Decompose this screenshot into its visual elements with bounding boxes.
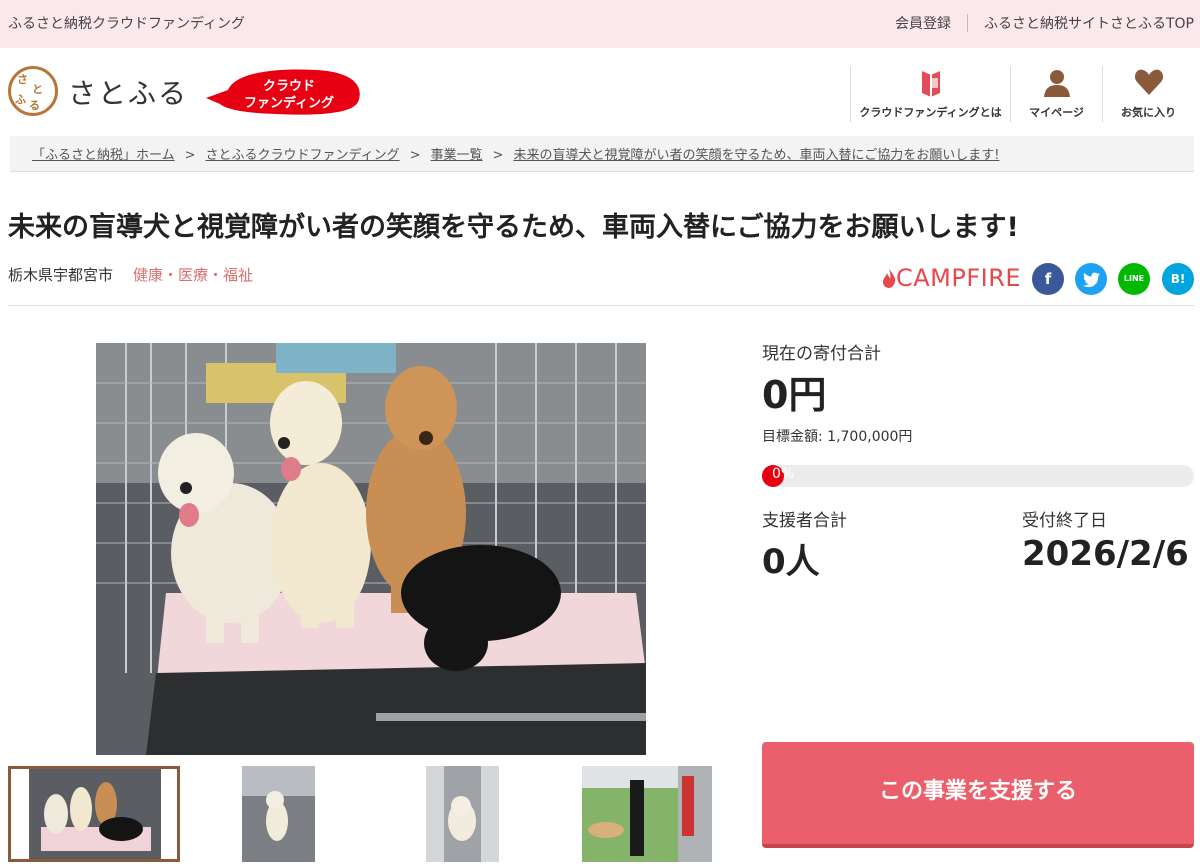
dogs-in-cage-image <box>96 343 646 755</box>
support-project-button[interactable]: この事業を支援する <box>762 742 1194 848</box>
heart-icon <box>1134 69 1163 95</box>
top-links: 会員登録 ふるさと納税サイトさとふるTOP <box>895 13 1194 33</box>
member-register-link[interactable]: 会員登録 <box>895 13 951 33</box>
breadcrumb-crowdfunding[interactable]: さとふるクラウドファンディング <box>206 148 400 163</box>
total-donation-value: 0円 <box>762 373 827 417</box>
seal-char: ふ <box>15 93 26 106</box>
page-title: 未来の盲導犬と視覚障がい者の笑顔を守るため、車両入替にご協力をお願いします! <box>8 212 1019 243</box>
seal-char: る <box>29 99 40 112</box>
main-project-photo[interactable] <box>96 343 646 755</box>
site-name[interactable]: ふるさと納税クラウドファンディング <box>8 13 245 33</box>
nav-favorites[interactable]: お気に入り <box>1102 66 1194 122</box>
thumbnail-image <box>11 769 177 859</box>
breadcrumb-separator: > <box>492 148 504 163</box>
site-header: さ と ふ る さとふる クラウド ファンディング クラウドファンディングとは … <box>0 48 1200 136</box>
supporters-value: 0人 <box>762 542 820 582</box>
progress-percent: 0% <box>772 466 795 482</box>
supporters-label: 支援者合計 <box>762 511 847 531</box>
nav-mypage[interactable]: マイページ <box>1010 66 1102 122</box>
nav-label: マイページ <box>1029 106 1084 119</box>
twitter-share-icon[interactable] <box>1075 263 1107 295</box>
seal-char: さ <box>17 73 28 86</box>
thumbnail-1[interactable] <box>8 766 180 862</box>
deadline-label: 受付終了日 <box>1022 511 1107 531</box>
satofull-top-link[interactable]: ふるさと納税サイトさとふるTOP <box>984 13 1194 33</box>
flame-icon <box>883 268 896 288</box>
facebook-share-icon[interactable]: f <box>1032 263 1064 295</box>
breadcrumb-separator: > <box>184 148 196 163</box>
top-bar: ふるさと納税クラウドファンディング 会員登録 ふるさと納税サイトさとふるTOP <box>0 0 1200 48</box>
badge-line2: ファンディング <box>243 96 335 111</box>
campfire-text: CAMPFIRE <box>896 264 1022 292</box>
campfire-logo[interactable]: CAMPFIRE <box>882 264 1021 292</box>
crowdfunding-badge[interactable]: クラウド ファンディング <box>206 68 360 116</box>
thumbnail-image <box>242 766 315 862</box>
project-category[interactable]: 健康・医療・福祉 <box>133 266 253 284</box>
logo-text[interactable]: さとふる <box>68 72 188 112</box>
deadline-value: 2026/2/6 <box>1022 534 1189 574</box>
thumbnail-3[interactable] <box>426 766 499 862</box>
breadcrumb-current[interactable]: 未来の盲導犬と視覚障がい者の笑顔を守るため、車両入替にご協力をお願いします! <box>513 148 999 163</box>
seal-char: と <box>32 83 43 96</box>
breadcrumb-separator: > <box>409 148 421 163</box>
twitter-bird-icon <box>1083 272 1100 288</box>
thumbnail-4[interactable] <box>582 766 712 862</box>
divider <box>966 14 968 32</box>
progress-bar: 0% <box>762 465 1194 487</box>
breadcrumb-home[interactable]: 「ふるさと納税」ホーム <box>32 148 175 163</box>
book-icon <box>921 71 940 97</box>
user-icon <box>1043 70 1070 97</box>
project-location[interactable]: 栃木県宇都宮市 <box>8 266 113 284</box>
project-meta: 栃木県宇都宮市 健康・医療・福祉 <box>8 264 253 285</box>
total-donation-label: 現在の寄付合計 <box>762 344 881 364</box>
divider <box>8 305 1194 306</box>
thumbnail-image <box>582 766 712 862</box>
thumbnail-image <box>426 766 499 862</box>
breadcrumb-project-list[interactable]: 事業一覧 <box>431 148 483 163</box>
breadcrumb: 「ふるさと納税」ホーム > さとふるクラウドファンディング > 事業一覧 > 未来の盲導犬と… <box>10 136 1194 172</box>
nav-about-crowdfunding[interactable]: クラウドファンディングとは <box>850 66 1010 122</box>
nav-label: お気に入り <box>1121 106 1176 119</box>
thumbnail-2[interactable] <box>242 766 315 862</box>
hatena-bookmark-icon[interactable]: B! <box>1162 263 1194 295</box>
line-share-icon[interactable]: LINE <box>1118 263 1150 295</box>
goal-amount: 目標金額: 1,700,000円 <box>762 429 913 445</box>
logo-seal-icon[interactable]: さ と ふ る <box>8 66 58 116</box>
nav-label: クラウドファンディングとは <box>859 106 1002 119</box>
